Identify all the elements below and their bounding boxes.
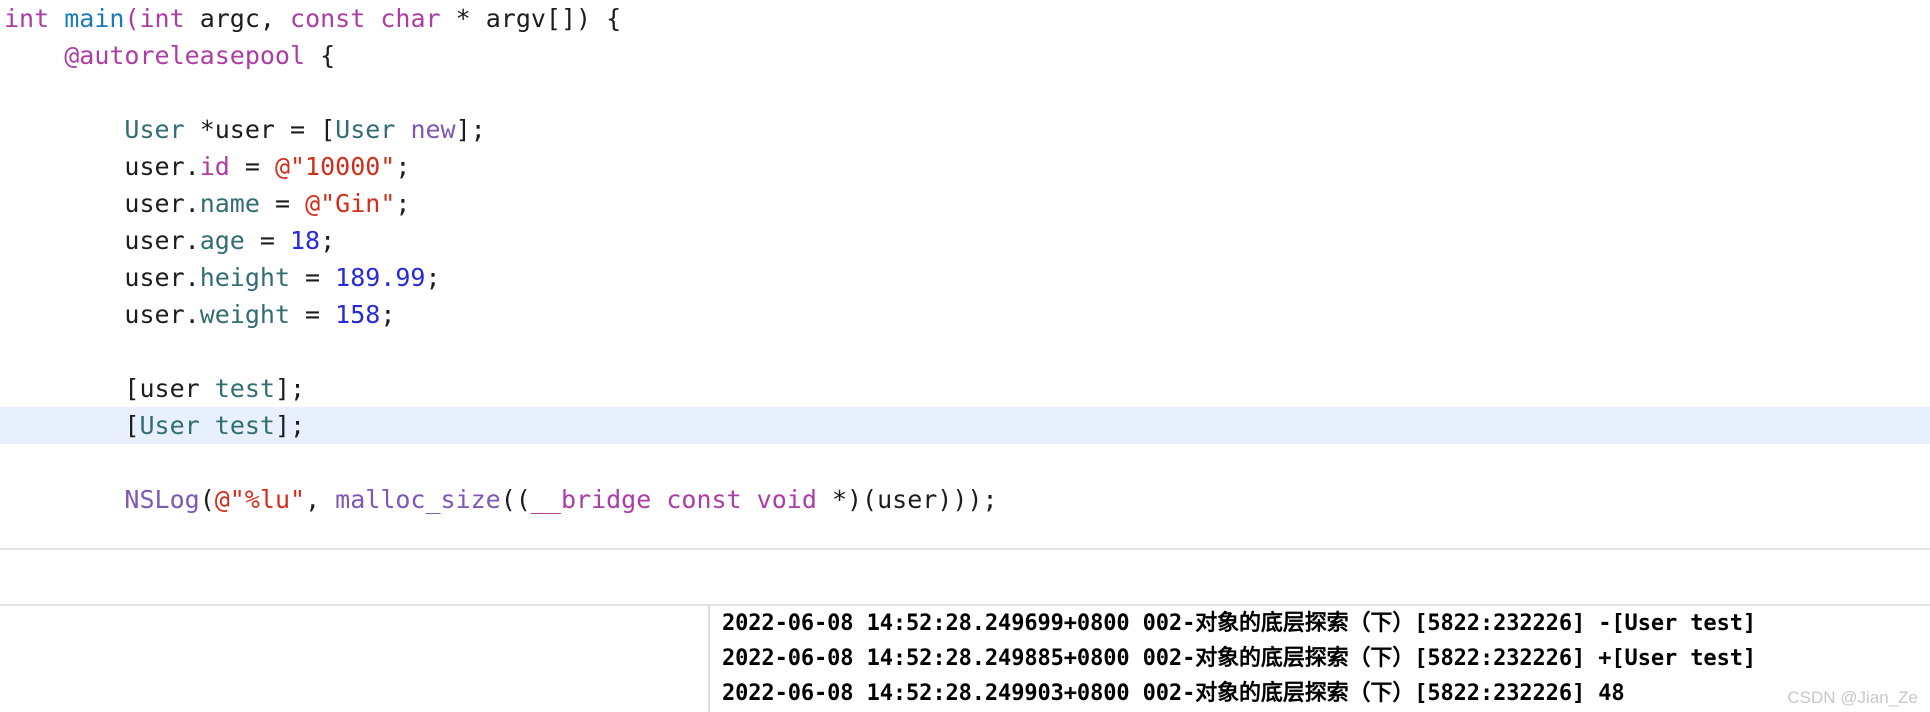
console-log-line: 2022-06-08 14:52:28.249885+0800 002-对象的底… xyxy=(722,646,1756,671)
code-token: ]; xyxy=(455,115,486,144)
console-output-area[interactable]: 2022-06-08 14:52:28.249699+0800 002-对象的底… xyxy=(712,606,1930,712)
code-token: new xyxy=(410,115,456,144)
code-token: = xyxy=(244,226,290,255)
code-token: ; xyxy=(320,226,336,255)
code-token: *)(user))); xyxy=(816,485,998,514)
code-editor-pane[interactable]: int main(int argc, const char * argv[]) … xyxy=(0,0,1930,548)
code-token: ; xyxy=(425,263,441,292)
code-token: User xyxy=(335,115,396,144)
code-line[interactable] xyxy=(0,333,1930,370)
code-line[interactable]: NSLog(@"%lu", malloc_size((__bridge cons… xyxy=(0,481,1930,518)
code-token: ; xyxy=(380,300,396,329)
code-line[interactable]: [user test]; xyxy=(0,370,1930,407)
code-token: = xyxy=(259,189,306,218)
code-token: height xyxy=(199,263,290,292)
code-line[interactable]: [User test]; xyxy=(0,407,1930,444)
code-token: char xyxy=(380,4,441,33)
code-token: id xyxy=(199,152,230,181)
code-token: __bridge xyxy=(530,485,652,514)
code-line[interactable]: user.weight = 158; xyxy=(0,296,1930,333)
code-token: ]; xyxy=(274,374,306,403)
code-token: [ xyxy=(124,411,140,440)
code-line[interactable]: user.age = 18; xyxy=(0,222,1930,259)
code-token: int xyxy=(4,4,50,33)
code-token: malloc_size xyxy=(335,485,501,514)
code-lines-container[interactable]: int main(int argc, const char * argv[]) … xyxy=(0,0,1930,518)
code-token: test xyxy=(214,411,275,440)
code-token: user. xyxy=(124,226,200,255)
code-token: argc, xyxy=(184,4,291,33)
code-line[interactable] xyxy=(0,444,1930,481)
code-line[interactable]: user.id = @"10000"; xyxy=(0,148,1930,185)
csdn-watermark: CSDN @Jian_Ze xyxy=(1787,688,1918,707)
console-variables-view[interactable] xyxy=(0,606,708,712)
console-vertical-divider[interactable] xyxy=(708,606,710,712)
code-token: = xyxy=(290,300,336,329)
code-line[interactable]: user.name = @"Gin"; xyxy=(0,185,1930,222)
editor-console-gap xyxy=(0,550,1930,604)
code-token: ; xyxy=(395,189,411,218)
code-token: [user xyxy=(124,374,215,403)
code-token: user. xyxy=(124,152,200,181)
code-token: 189.99 xyxy=(335,263,426,292)
code-token: ; xyxy=(395,152,411,181)
code-line[interactable]: @autoreleasepool { xyxy=(0,37,1930,74)
code-token: name xyxy=(199,189,260,218)
code-token: void xyxy=(756,485,817,514)
code-token: 158 xyxy=(335,300,381,329)
code-token: ( xyxy=(199,485,215,514)
code-token: ]; xyxy=(274,411,306,440)
code-token: @"Gin" xyxy=(305,189,396,218)
code-token: @"10000" xyxy=(274,152,396,181)
code-token: *user = [ xyxy=(184,115,336,144)
code-token: 18 xyxy=(290,226,321,255)
code-token: age xyxy=(199,226,245,255)
code-token: const xyxy=(290,4,366,33)
code-line[interactable]: User *user = [User new]; xyxy=(0,111,1930,148)
code-token: ( xyxy=(124,4,140,33)
code-line[interactable]: int main(int argc, const char * argv[]) … xyxy=(0,0,1930,37)
code-token: * argv[]) { xyxy=(440,4,622,33)
console-pane[interactable]: 2022-06-08 14:52:28.249699+0800 002-对象的底… xyxy=(0,606,1930,712)
code-token: { xyxy=(305,41,336,70)
code-token: @"%lu" xyxy=(214,485,306,514)
code-token: , xyxy=(305,485,336,514)
code-token: user. xyxy=(124,300,200,329)
console-log-line: 2022-06-08 14:52:28.249903+0800 002-对象的底… xyxy=(722,681,1625,706)
code-token: User xyxy=(124,115,185,144)
code-line[interactable] xyxy=(0,74,1930,111)
code-token: NSLog xyxy=(124,485,200,514)
console-log-line: 2022-06-08 14:52:28.249699+0800 002-对象的底… xyxy=(722,611,1756,636)
code-token: user. xyxy=(124,263,200,292)
code-token: (( xyxy=(500,485,531,514)
code-token: = xyxy=(229,152,275,181)
code-token: main xyxy=(64,4,125,33)
code-token: test xyxy=(214,374,275,403)
code-token: const xyxy=(666,485,742,514)
code-token: = xyxy=(290,263,336,292)
code-token: weight xyxy=(199,300,290,329)
code-token: User xyxy=(139,411,200,440)
code-line[interactable]: user.height = 189.99; xyxy=(0,259,1930,296)
code-token: @autoreleasepool xyxy=(64,41,306,70)
code-token: user. xyxy=(124,189,200,218)
code-token: int xyxy=(139,4,185,33)
